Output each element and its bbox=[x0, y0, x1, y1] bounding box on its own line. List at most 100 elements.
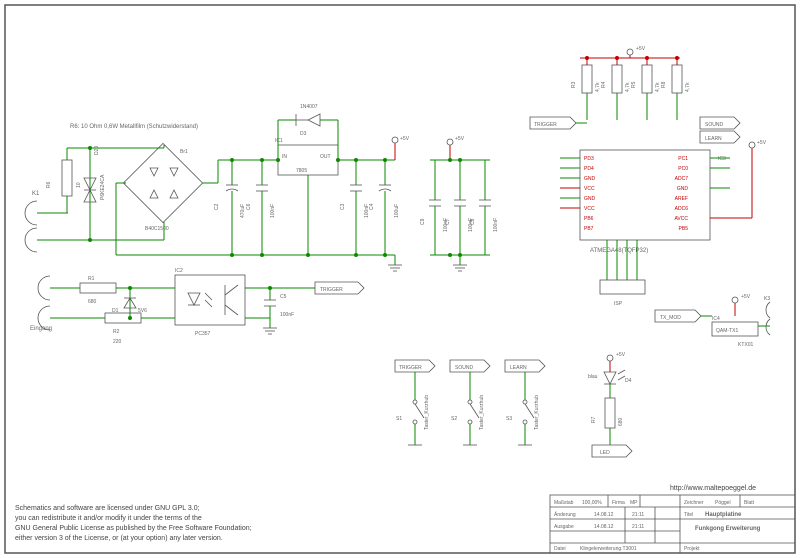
svg-text:+5V: +5V bbox=[757, 140, 767, 146]
svg-text:IC4: IC4 bbox=[712, 316, 720, 322]
svg-text:LEARN: LEARN bbox=[705, 136, 722, 142]
decoupling-block: +5V C9 100nF C7 100nF C8 100nF bbox=[420, 136, 499, 271]
license-text: Schematics and software are licensed und… bbox=[15, 505, 252, 542]
svg-text:+5V: +5V bbox=[400, 136, 410, 142]
svg-text:S1: S1 bbox=[396, 416, 402, 422]
svg-text:P6KE24CA: P6KE24CA bbox=[100, 174, 106, 200]
svg-text:KTX01: KTX01 bbox=[738, 342, 754, 348]
svg-text:PD3: PD3 bbox=[584, 156, 594, 162]
svg-text:100,00%: 100,00% bbox=[582, 500, 602, 506]
diode-d20: D20 P6KE24CA bbox=[84, 146, 106, 240]
svg-text:R3: R3 bbox=[571, 81, 577, 88]
svg-text:Br1: Br1 bbox=[180, 149, 188, 155]
svg-text:Pöggel: Pöggel bbox=[715, 500, 731, 506]
svg-text:R6: R6 bbox=[46, 181, 52, 188]
power-arrow-ic1: +5V bbox=[392, 136, 410, 160]
svg-text:TRIGGER: TRIGGER bbox=[399, 365, 422, 371]
net-tag-learn-mcu: LEARN bbox=[700, 131, 740, 143]
svg-text:R4: R4 bbox=[601, 81, 607, 88]
diode-d1: D1 5V6 bbox=[112, 286, 147, 320]
svg-text:LED: LED bbox=[600, 450, 610, 456]
svg-text:+5V: +5V bbox=[616, 352, 626, 358]
resistor-r6: R6 10 bbox=[46, 148, 82, 213]
svg-text:C3: C3 bbox=[340, 203, 346, 210]
svg-text:4,7k: 4,7k bbox=[685, 82, 691, 92]
svg-text:100nF: 100nF bbox=[270, 204, 276, 218]
page-url: http://www.maltepoeggel.de bbox=[670, 485, 756, 492]
svg-text:PC357: PC357 bbox=[195, 331, 211, 337]
svg-text:Titel: Titel bbox=[684, 512, 693, 518]
svg-text:R1: R1 bbox=[88, 276, 95, 282]
resistor-r4: R4 4,7k bbox=[601, 58, 631, 120]
button-s3: LEARN S3 Taster_Kurzhub bbox=[505, 360, 545, 445]
svg-text:IC3: IC3 bbox=[718, 156, 726, 162]
svg-text:680: 680 bbox=[618, 417, 624, 426]
svg-text:Maßstab: Maßstab bbox=[554, 500, 574, 506]
svg-text:+5V: +5V bbox=[455, 136, 465, 142]
svg-text:VCC: VCC bbox=[584, 186, 595, 192]
tx-block: TX_MOD +5V IC4 QAM-TX1 KTX01 K3 bbox=[655, 294, 770, 348]
cap-c4: C4 100uF bbox=[369, 160, 400, 255]
cap-c9: C9 100nF bbox=[420, 160, 449, 255]
svg-text:PB5: PB5 bbox=[679, 226, 689, 232]
svg-text:1N4007: 1N4007 bbox=[300, 104, 318, 110]
svg-text:Zeichner: Zeichner bbox=[684, 500, 704, 506]
svg-text:ADC7: ADC7 bbox=[675, 176, 689, 182]
sheet-frame bbox=[5, 5, 795, 553]
svg-text:TRIGGER: TRIGGER bbox=[320, 287, 343, 293]
svg-text:14.08.12: 14.08.12 bbox=[594, 512, 614, 518]
svg-text:R8: R8 bbox=[661, 81, 667, 88]
svg-text:D3: D3 bbox=[300, 131, 307, 137]
svg-text:VCC: VCC bbox=[584, 206, 595, 212]
r6-note: R6: 10 Ohm 0,6W Metallfilm (Schutzwiders… bbox=[70, 124, 198, 130]
svg-text:C9: C9 bbox=[420, 218, 426, 225]
svg-text:Schematics and software are li: Schematics and software are licensed und… bbox=[15, 505, 200, 512]
regulator-ic1: IN OUT IC1 7805 bbox=[275, 138, 338, 257]
svg-text:C4: C4 bbox=[369, 203, 375, 210]
svg-text:D20: D20 bbox=[94, 146, 100, 155]
svg-text:21:11: 21:11 bbox=[632, 512, 644, 518]
cap-c5: C5 100nF bbox=[264, 286, 294, 318]
gnd-symbol-psu bbox=[388, 255, 402, 271]
svg-text:IC1: IC1 bbox=[275, 138, 283, 144]
svg-text:either version 3 of the Licens: either version 3 of the License, or (at … bbox=[15, 535, 223, 542]
title-block: Maßstab 100,00% Firma MP Zeichner Pöggel… bbox=[550, 495, 795, 553]
button-s2: SOUND S2 Taster_Kurzhub bbox=[450, 360, 490, 445]
svg-text:TX_MOD: TX_MOD bbox=[660, 315, 681, 321]
svg-text:C5: C5 bbox=[280, 294, 287, 300]
svg-text:C2: C2 bbox=[214, 203, 220, 210]
resistor-r1: R1 680 bbox=[80, 276, 116, 305]
svg-text:ADC6: ADC6 bbox=[675, 206, 689, 212]
opto-ic2: IC2 PC357 bbox=[175, 268, 245, 337]
svg-text:Blatt: Blatt bbox=[744, 500, 755, 506]
connector-k1-label: K1 bbox=[32, 191, 40, 197]
svg-text:TRIGGER: TRIGGER bbox=[534, 122, 557, 128]
svg-text:S2: S2 bbox=[451, 416, 457, 422]
resistor-r2: R2 220 bbox=[105, 313, 141, 345]
svg-text:10: 10 bbox=[76, 182, 82, 188]
power-arrow-mcu: +5V bbox=[749, 140, 767, 160]
svg-text:Projekt: Projekt bbox=[684, 546, 700, 552]
button-s1: TRIGGER S1 Taster_Kurzhub bbox=[395, 360, 435, 445]
svg-text:MP: MP bbox=[630, 500, 638, 506]
svg-text:SOUND: SOUND bbox=[455, 365, 473, 371]
svg-text:14.08.12: 14.08.12 bbox=[594, 524, 614, 530]
svg-text:ISP: ISP bbox=[614, 301, 623, 307]
svg-text:C6: C6 bbox=[246, 203, 252, 210]
svg-text:PB7: PB7 bbox=[584, 226, 594, 232]
cap-c3: C3 100nF bbox=[340, 160, 370, 255]
cap-c8: C8 100nF bbox=[470, 160, 499, 255]
svg-text:PB6: PB6 bbox=[584, 216, 594, 222]
eingang-label: Eingang bbox=[30, 326, 52, 332]
cap-c6: C6 100nF bbox=[246, 160, 276, 255]
cap-c2: C2 470uF bbox=[214, 160, 246, 255]
svg-text:Klingelerweiterung.T3001: Klingelerweiterung.T3001 bbox=[580, 546, 637, 552]
svg-text:R7: R7 bbox=[591, 416, 597, 423]
svg-text:PC0: PC0 bbox=[678, 166, 688, 172]
mcu-block: +5V R3 4,7k R4 4,7k R5 4,7k bbox=[530, 46, 767, 307]
resistor-r8: R8 4,7k bbox=[661, 58, 691, 120]
svg-text:you can redistribute it and/or: you can redistribute it and/or modify it… bbox=[15, 515, 202, 522]
svg-text:GND: GND bbox=[584, 196, 596, 202]
schematic-canvas: K1 R6 10 D20 P6KE24CA bbox=[0, 0, 800, 558]
svg-text:AREF: AREF bbox=[675, 196, 688, 202]
